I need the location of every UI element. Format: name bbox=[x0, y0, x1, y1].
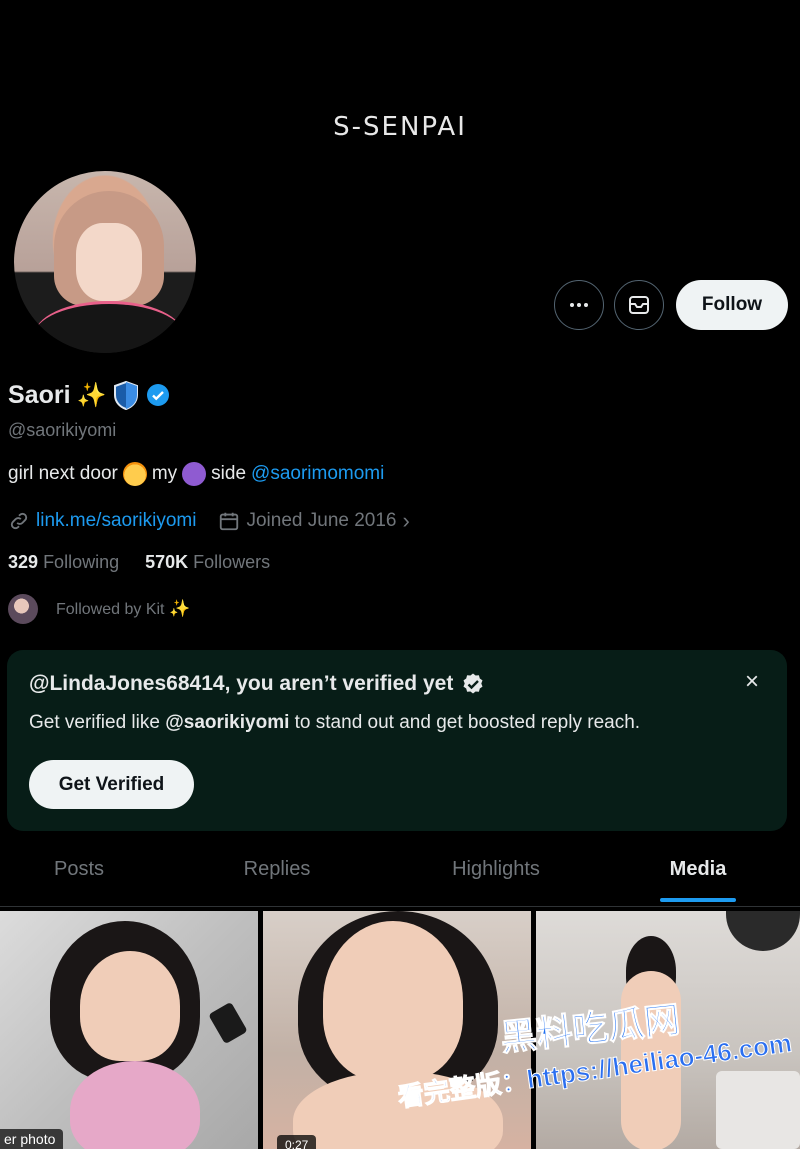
phone-image bbox=[208, 1001, 248, 1045]
following-stat[interactable]: 329 Following bbox=[8, 552, 119, 573]
verified-check-icon bbox=[463, 673, 483, 694]
verification-prompt-card: @LindaJones68414, you aren’t verified ye… bbox=[7, 650, 787, 831]
verify-card-subtitle: Get verified like @saorikiyomi to stand … bbox=[29, 712, 640, 734]
avatar-shirt bbox=[34, 301, 184, 353]
verify-sub-prefix: Get verified like bbox=[29, 712, 166, 733]
profile-bio: girl next door my side @saorimomomi bbox=[8, 462, 384, 486]
angel-emoji-icon bbox=[122, 462, 147, 486]
media-tile[interactable]: er photo bbox=[0, 911, 258, 1149]
tab-posts[interactable]: Posts bbox=[0, 840, 158, 898]
verify-sub-handle: @saorikiyomi bbox=[165, 712, 290, 733]
profile-meta: link.me/saorikiyomi Joined June 2016 › bbox=[8, 508, 410, 534]
tab-replies[interactable]: Replies bbox=[158, 840, 396, 898]
calendar-icon bbox=[220, 512, 239, 531]
close-icon[interactable]: × bbox=[745, 668, 759, 696]
message-button[interactable] bbox=[614, 280, 664, 330]
media-tile[interactable] bbox=[536, 911, 800, 1149]
display-name: Saori bbox=[8, 380, 71, 409]
media-tile-label: er photo bbox=[0, 1129, 64, 1149]
follow-button[interactable]: Follow bbox=[676, 280, 788, 330]
follow-counts: 329 Following 570K Followers bbox=[8, 552, 270, 573]
followers-stat[interactable]: 570K Followers bbox=[145, 552, 270, 573]
bio-text-2: my bbox=[151, 463, 178, 484]
active-tab-indicator bbox=[660, 898, 736, 902]
follower-avatar bbox=[8, 594, 38, 624]
shield-icon bbox=[114, 380, 139, 410]
following-label: Following bbox=[43, 552, 120, 572]
profile-link[interactable]: link.me/saorikiyomi bbox=[36, 510, 196, 532]
profile-avatar[interactable] bbox=[10, 167, 200, 357]
more-options-button[interactable] bbox=[554, 280, 604, 330]
devil-emoji-icon bbox=[182, 462, 207, 486]
tab-media[interactable]: Media bbox=[596, 840, 800, 902]
bio-text-3: side bbox=[211, 463, 247, 484]
sparkles-emoji: ✨ bbox=[168, 599, 191, 618]
bed-image bbox=[716, 1071, 800, 1149]
sparkles-emoji: ✨ bbox=[76, 381, 107, 409]
chevron-right-icon[interactable]: › bbox=[403, 508, 410, 534]
lamp-image bbox=[726, 911, 800, 951]
profile-handle: @saorikiyomi bbox=[8, 420, 117, 440]
verify-title-text: @LindaJones68414, you aren’t verified ye… bbox=[29, 672, 454, 695]
following-count: 329 bbox=[8, 552, 39, 572]
video-duration: 0:27 bbox=[277, 1135, 317, 1149]
get-verified-button[interactable]: Get Verified bbox=[29, 760, 194, 809]
envelope-icon bbox=[629, 296, 649, 314]
bio-text-1: girl next door bbox=[8, 463, 118, 484]
verified-badge-icon[interactable] bbox=[146, 383, 170, 407]
profile-tabs: Posts Replies Highlights Media bbox=[0, 840, 800, 907]
joined-date: Joined June 2016 bbox=[246, 510, 397, 531]
name-row: Saori ✨ bbox=[8, 380, 170, 410]
followers-count: 570K bbox=[145, 552, 189, 572]
banner-title: S-SENPAI bbox=[333, 112, 467, 142]
followers-label: Followers bbox=[193, 552, 271, 572]
followed-by-row[interactable]: Followed by Kit ✨ bbox=[8, 594, 190, 624]
more-dots-icon bbox=[570, 303, 588, 307]
bio-mention-link[interactable]: @saorimomomi bbox=[251, 463, 384, 485]
link-icon bbox=[10, 512, 28, 530]
avatar-face bbox=[76, 223, 142, 301]
media-grid: er photo 0:27 bbox=[0, 911, 800, 1149]
verify-card-title: @LindaJones68414, you aren’t verified ye… bbox=[29, 672, 485, 696]
media-tile[interactable]: 0:27 bbox=[263, 911, 531, 1149]
tab-highlights[interactable]: Highlights bbox=[396, 840, 596, 898]
verify-sub-suffix: to stand out and get boosted reply reach… bbox=[289, 712, 641, 733]
followed-by-text: Followed by Kit bbox=[56, 601, 165, 618]
tab-media-label: Media bbox=[669, 857, 727, 880]
